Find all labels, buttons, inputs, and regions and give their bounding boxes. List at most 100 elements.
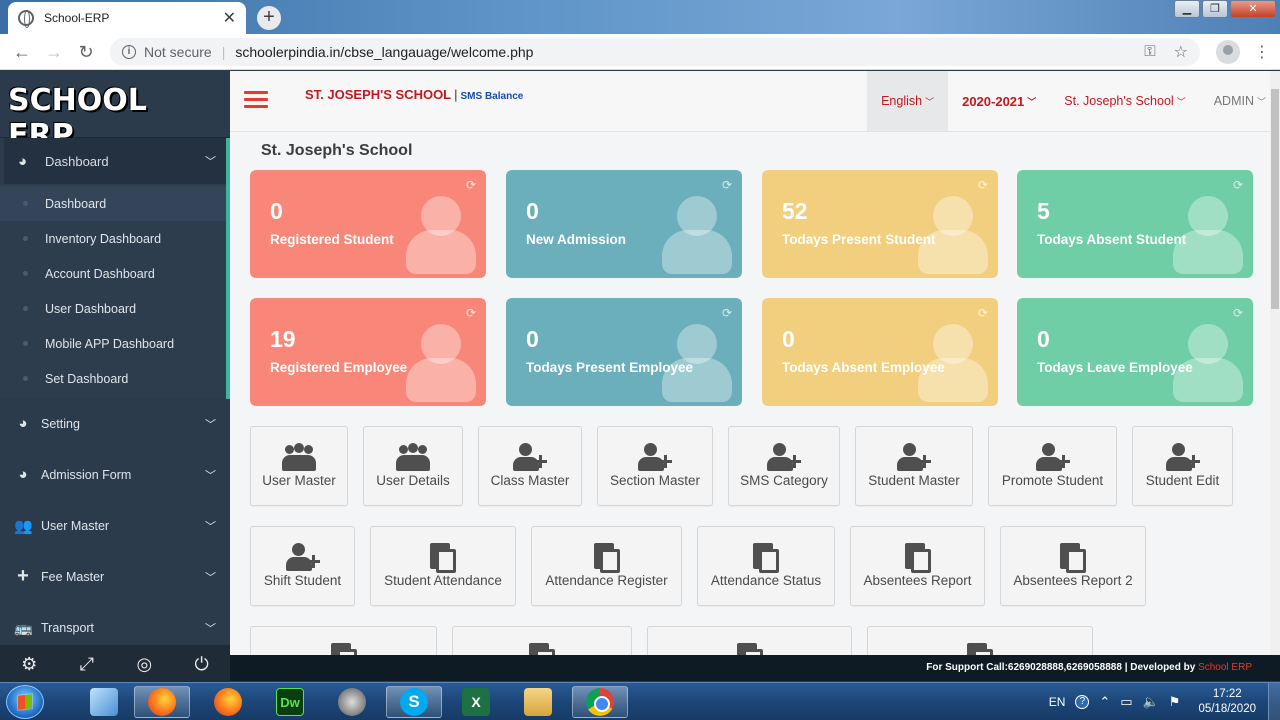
- taskbar-app-image-viewer[interactable]: [324, 686, 380, 718]
- profile-avatar-icon[interactable]: [1216, 39, 1240, 64]
- sidebar-subitem-mobile-app-dashboard[interactable]: Mobile APP Dashboard: [0, 326, 230, 361]
- refresh-icon[interactable]: ⟳: [978, 306, 988, 320]
- refresh-icon[interactable]: ⟳: [1233, 306, 1243, 320]
- url-separator: |: [221, 43, 226, 60]
- stat-card-todays-absent-employee[interactable]: ⟳ 0 Todays Absent Employee: [762, 298, 998, 406]
- language-indicator[interactable]: EN: [1049, 695, 1066, 709]
- developer-link[interactable]: School ERP: [1198, 662, 1252, 673]
- new-tab-button[interactable]: +: [257, 6, 281, 30]
- tile-shift-student[interactable]: Shift Student: [250, 526, 355, 606]
- maximize-button[interactable]: ❐: [1202, 0, 1228, 18]
- tile-partial[interactable]: [867, 626, 1093, 655]
- sidebar-item-fee-master[interactable]: + Fee Master ﹀: [0, 551, 230, 602]
- url-omnibox[interactable]: i Not secure | schoolerpindia.in/cbse_la…: [110, 37, 1200, 66]
- tile-class-master[interactable]: Class Master: [478, 426, 582, 506]
- taskbar-app-excel[interactable]: X: [448, 686, 504, 718]
- browser-menu-icon[interactable]: ⋮: [1254, 42, 1270, 62]
- refresh-icon[interactable]: ⟳: [722, 306, 732, 320]
- app-logo[interactable]: SCHOOL ERP: [0, 71, 230, 153]
- stat-value: 52: [782, 198, 808, 224]
- taskbar-app-firefox[interactable]: [134, 686, 190, 718]
- tile-student-attendance[interactable]: Student Attendance: [370, 526, 516, 606]
- tile-student-master[interactable]: Student Master: [855, 426, 973, 506]
- refresh-icon[interactable]: ⟳: [978, 178, 988, 192]
- browser-tab[interactable]: School-ERP ✕: [8, 2, 246, 34]
- gear-icon[interactable]: ⚙: [21, 654, 37, 675]
- tile-user-master[interactable]: User Master: [250, 426, 348, 506]
- school-dropdown[interactable]: St. Joseph's School ﹀: [1050, 71, 1199, 131]
- tile-partial[interactable]: [250, 626, 437, 655]
- power-icon[interactable]: ⏻: [195, 654, 209, 675]
- tile-attendance-register[interactable]: Attendance Register: [531, 526, 682, 606]
- sidebar-item-setting[interactable]: ◕ Setting ﹀: [0, 398, 230, 449]
- tile-promote-student[interactable]: Promote Student: [988, 426, 1117, 506]
- minimize-button[interactable]: ▁: [1174, 0, 1200, 18]
- sidebar-subitem-user-dashboard[interactable]: User Dashboard: [0, 291, 230, 326]
- tile-absentees-report-2[interactable]: Absentees Report 2: [1000, 526, 1146, 606]
- taskbar-app-explorer[interactable]: [76, 686, 132, 718]
- forward-icon[interactable]: →: [38, 36, 70, 68]
- volume-icon[interactable]: 🔈: [1143, 694, 1159, 710]
- taskbar-app-dreamweaver[interactable]: Dw: [262, 686, 318, 718]
- user-dropdown[interactable]: ADMIN ﹀: [1200, 71, 1280, 131]
- tile-absentees-report[interactable]: Absentees Report: [850, 526, 985, 606]
- sidebar-item-user-master[interactable]: 👥 User Master ﹀: [0, 500, 230, 551]
- refresh-icon[interactable]: ⟳: [466, 306, 476, 320]
- show-desktop-button[interactable]: [1268, 683, 1280, 720]
- stat-card-todays-present-employee[interactable]: ⟳ 0 Todays Present Employee: [506, 298, 742, 406]
- tile-user-details[interactable]: User Details: [363, 426, 463, 506]
- network-icon[interactable]: ▭: [1120, 694, 1132, 710]
- sidebar-subitem-dashboard[interactable]: Dashboard: [0, 186, 230, 221]
- tile-section-master[interactable]: Section Master: [597, 426, 713, 506]
- sidebar-item-admission-form[interactable]: ◕ Admission Form ﹀: [0, 449, 230, 500]
- menu-toggle-icon[interactable]: [244, 91, 268, 109]
- sidebar-subitem-inventory-dashboard[interactable]: Inventory Dashboard: [0, 221, 230, 256]
- eye-slash-icon[interactable]: ◎: [136, 654, 152, 675]
- tray-expand-icon[interactable]: ⌃: [1099, 694, 1110, 710]
- refresh-icon[interactable]: ⟳: [722, 178, 732, 192]
- tile-sms-category[interactable]: SMS Category: [728, 426, 840, 506]
- url-text[interactable]: schoolerpindia.in/cbse_langauage/welcome…: [235, 44, 1144, 60]
- help-icon[interactable]: ?: [1075, 695, 1090, 709]
- taskbar-app-skype[interactable]: S: [386, 686, 442, 718]
- taskbar-app-folder[interactable]: [510, 686, 566, 718]
- tile-partial[interactable]: [452, 626, 632, 655]
- info-icon[interactable]: i: [122, 44, 136, 59]
- refresh-icon[interactable]: ⟳: [1233, 178, 1243, 192]
- system-clock[interactable]: 17:22 05/18/2020: [1198, 687, 1256, 717]
- key-icon[interactable]: ⚿: [1144, 43, 1155, 60]
- stat-card-todays-absent-student[interactable]: ⟳ 5 Todays Absent Student: [1017, 170, 1253, 278]
- sms-balance-link[interactable]: SMS Balance: [461, 91, 524, 102]
- session-dropdown[interactable]: 2020-2021 ﹀: [948, 71, 1050, 131]
- sidebar-subitem-account-dashboard[interactable]: Account Dashboard: [0, 256, 230, 291]
- tile-partial[interactable]: [647, 626, 852, 655]
- tile-student-edit[interactable]: Student Edit: [1132, 426, 1233, 506]
- taskbar-app-firefox-2[interactable]: [200, 686, 256, 718]
- stat-card-registered-employee[interactable]: ⟳ 19 Registered Employee: [250, 298, 486, 406]
- stat-card-todays-present-student[interactable]: ⟳ 52 Todays Present Student: [762, 170, 998, 278]
- close-tab-icon[interactable]: ✕: [223, 8, 236, 28]
- fullscreen-icon[interactable]: ⤢: [80, 654, 94, 675]
- language-dropdown[interactable]: English ﹀: [867, 71, 949, 131]
- stat-card-todays-leave-employee[interactable]: ⟳ 0 Todays Leave Employee: [1017, 298, 1253, 406]
- scrollbar-thumb[interactable]: [1271, 89, 1279, 309]
- action-center-flag-icon[interactable]: ⚑: [1169, 694, 1181, 710]
- close-window-button[interactable]: ✕: [1230, 0, 1276, 18]
- reload-icon[interactable]: ↻: [70, 36, 102, 68]
- tile-attendance-status[interactable]: Attendance Status: [697, 526, 835, 606]
- stat-card-new-admission[interactable]: ⟳ 0 New Admission: [506, 170, 742, 278]
- user-plus-icon: [897, 443, 931, 473]
- user-plus-icon: [513, 443, 547, 473]
- taskbar-app-chrome[interactable]: [572, 686, 628, 718]
- back-icon[interactable]: ←: [6, 36, 38, 68]
- start-button[interactable]: [6, 685, 44, 719]
- chevron-down-icon: ﹀: [205, 469, 216, 482]
- stat-card-registered-student[interactable]: ⟳ 0 Registered Student: [250, 170, 486, 278]
- sidebar-subitem-set-dashboard[interactable]: Set Dashboard: [0, 361, 230, 396]
- tile-label: Shift Student: [263, 573, 342, 588]
- refresh-icon[interactable]: ⟳: [466, 178, 476, 192]
- page-scrollbar[interactable]: [1270, 71, 1280, 655]
- copy-file-icon: [963, 643, 997, 655]
- bookmark-star-icon[interactable]: ☆: [1174, 42, 1188, 62]
- sidebar-item-dashboard[interactable]: ◕ Dashboard ﹀: [0, 138, 230, 184]
